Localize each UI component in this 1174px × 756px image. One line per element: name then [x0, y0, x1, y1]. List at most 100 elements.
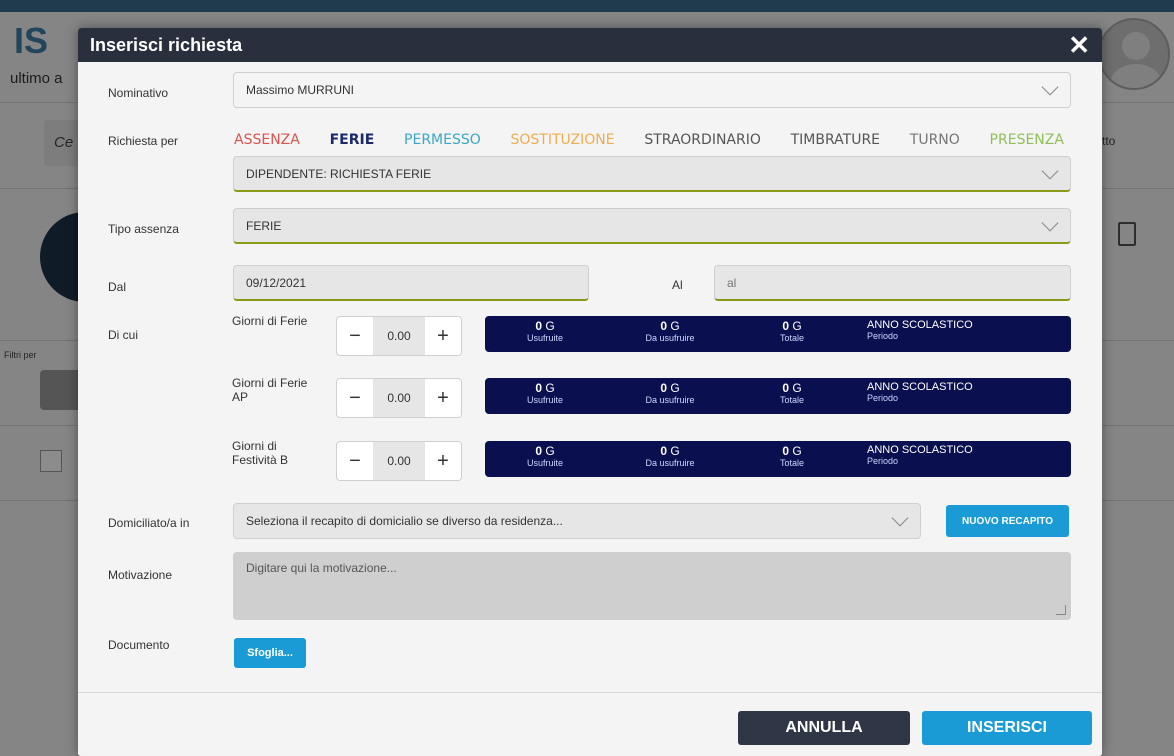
- plus-icon[interactable]: +: [425, 442, 461, 480]
- plus-icon[interactable]: +: [425, 317, 461, 355]
- da-usufruire-cell: 0 G Da usufruire: [625, 319, 715, 343]
- tab-timbrature[interactable]: TIMBRATURE: [791, 132, 880, 148]
- chevron-down-icon: [1041, 78, 1059, 96]
- nominativo-label: Nominativo: [108, 86, 169, 100]
- modal-footer: ANNULLA INSERISCI: [78, 692, 1102, 756]
- period-cell: ANNO SCOLASTICO Periodo: [867, 444, 973, 466]
- minus-icon[interactable]: −: [337, 317, 373, 355]
- minus-icon[interactable]: −: [337, 379, 373, 417]
- dal-value: 09/12/2021: [246, 275, 307, 290]
- usufruite-cell: 0 G Usufruite: [505, 381, 585, 405]
- sfoglia-button[interactable]: Sfoglia...: [234, 638, 306, 668]
- dal-date-input[interactable]: 09/12/2021: [233, 265, 589, 301]
- resize-handle-icon[interactable]: [1056, 605, 1066, 615]
- period-label: Periodo: [867, 456, 899, 466]
- unit: G: [670, 319, 680, 333]
- period-title: ANNO SCOLASTICO: [867, 444, 973, 456]
- period-cell: ANNO SCOLASTICO Periodo: [867, 319, 973, 341]
- nuovo-recapito-button[interactable]: NUOVO RECAPITO: [946, 505, 1069, 537]
- quantity-stepper: − 0.00 +: [336, 316, 462, 356]
- tipo-assenza-value: FERIE: [246, 218, 282, 233]
- unit: G: [792, 444, 802, 458]
- tab-straordinario[interactable]: STRAORDINARIO: [644, 132, 761, 148]
- richiesta-select[interactable]: DIPENDENTE: RICHIESTA FERIE: [233, 156, 1071, 192]
- al-placeholder: al: [727, 275, 737, 290]
- unit: G: [792, 319, 802, 333]
- domicilio-label: Domiciliato/a in: [108, 516, 190, 530]
- annulla-button[interactable]: ANNULLA: [738, 711, 910, 745]
- row-label: Giorni di Festività B: [232, 439, 289, 467]
- balance-panel: 0 G Usufruite 0 G Da usufruire 0 G Total…: [485, 316, 1071, 352]
- da-usufruire-cell: 0 G Da usufruire: [625, 381, 715, 405]
- unit: G: [670, 444, 680, 458]
- usufruite-value: 0: [535, 319, 542, 333]
- row-label: Giorni di Ferie AP: [232, 376, 308, 404]
- domicilio-placeholder: Seleziona il recapito di domicialio se d…: [246, 514, 563, 528]
- modal-title: Inserisci richiesta: [90, 34, 243, 55]
- di-cui-label: Di cui: [108, 328, 139, 342]
- da-usufruire-value: 0: [660, 319, 667, 333]
- usufruite-value: 0: [535, 444, 542, 458]
- row-label: Giorni di Ferie: [232, 314, 308, 328]
- tab-sostituzione[interactable]: SOSTITUZIONE: [511, 132, 615, 148]
- usufruite-cell: 0 G Usufruite: [505, 319, 585, 343]
- dal-label: Dal: [108, 280, 127, 294]
- usufruite-label: Usufruite: [526, 333, 563, 343]
- tab-ferie[interactable]: FERIE: [330, 132, 375, 148]
- request-type-tabs: ASSENZA FERIE PERMESSO SOSTITUZIONE STRAORDI…: [234, 132, 1064, 148]
- usufruite-value: 0: [535, 381, 542, 395]
- usufruite-cell: 0 G Usufruite: [505, 444, 585, 468]
- totale-label: Totale: [779, 333, 805, 343]
- unit: G: [670, 381, 680, 395]
- totale-cell: 0 G Totale: [757, 444, 827, 468]
- tab-presenza[interactable]: PRESENZA: [990, 132, 1064, 148]
- balance-panel: 0 G Usufruite 0 G Da usufruire 0 G Total…: [485, 441, 1071, 477]
- totale-value: 0: [782, 319, 789, 333]
- da-usufruire-cell: 0 G Da usufruire: [625, 444, 715, 468]
- totale-label: Totale: [779, 395, 805, 405]
- usufruite-label: Usufruite: [526, 395, 563, 405]
- chevron-down-icon: [1041, 214, 1059, 231]
- documento-label: Documento: [108, 638, 170, 652]
- plus-icon[interactable]: +: [425, 379, 461, 417]
- richiesta-label: Richiesta per: [108, 134, 179, 148]
- motivazione-placeholder: Digitare qui la motivazione...: [246, 561, 397, 575]
- period-label: Periodo: [867, 393, 899, 403]
- totale-label: Totale: [779, 458, 805, 468]
- da-usufruire-label: Da usufruire: [645, 458, 695, 468]
- da-usufruire-label: Da usufruire: [645, 333, 695, 343]
- nominativo-value: Massimo MURRUNI: [246, 83, 354, 97]
- tab-turno[interactable]: TURNO: [910, 132, 960, 148]
- unit: G: [545, 444, 555, 458]
- motivazione-label: Motivazione: [108, 568, 173, 582]
- unit: G: [792, 381, 802, 395]
- inserisci-button[interactable]: INSERISCI: [922, 711, 1092, 745]
- minus-icon[interactable]: −: [337, 442, 373, 480]
- tipo-assenza-label: Tipo assenza: [108, 222, 179, 236]
- da-usufruire-value: 0: [660, 444, 667, 458]
- al-label: Al: [672, 278, 683, 292]
- da-usufruire-value: 0: [660, 381, 667, 395]
- tipo-assenza-select[interactable]: FERIE: [233, 208, 1071, 244]
- stepper-value[interactable]: 0.00: [373, 442, 425, 480]
- usufruite-label: Usufruite: [526, 458, 563, 468]
- insert-request-modal: Inserisci richiesta ✕ Nominativo Massimo…: [78, 28, 1102, 756]
- period-title: ANNO SCOLASTICO: [867, 381, 973, 393]
- da-usufruire-label: Da usufruire: [645, 395, 695, 405]
- stepper-value[interactable]: 0.00: [373, 317, 425, 355]
- tab-assenza[interactable]: ASSENZA: [234, 132, 300, 148]
- period-label: Periodo: [867, 331, 899, 341]
- period-cell: ANNO SCOLASTICO Periodo: [867, 381, 973, 403]
- richiesta-value: DIPENDENTE: RICHIESTA FERIE: [246, 166, 432, 181]
- unit: G: [545, 319, 555, 333]
- chevron-down-icon: [1041, 162, 1059, 179]
- close-icon[interactable]: ✕: [1068, 32, 1090, 58]
- tab-permesso[interactable]: PERMESSO: [404, 132, 481, 148]
- domicilio-select[interactable]: Seleziona il recapito di domicialio se d…: [233, 503, 921, 539]
- motivazione-textarea[interactable]: Digitare qui la motivazione...: [233, 552, 1071, 620]
- nominativo-select[interactable]: Massimo MURRUNI: [233, 72, 1071, 108]
- balance-panel: 0 G Usufruite 0 G Da usufruire 0 G Total…: [485, 378, 1071, 414]
- chevron-down-icon: [891, 509, 909, 527]
- al-date-input[interactable]: al: [714, 265, 1071, 301]
- stepper-value[interactable]: 0.00: [373, 379, 425, 417]
